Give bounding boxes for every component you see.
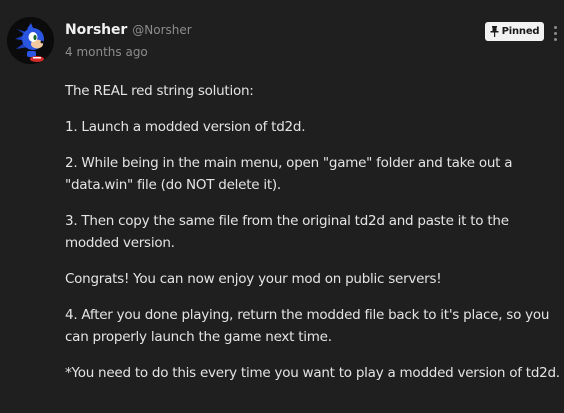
comment-paragraph: Congrats! You can now enjoy your mod on …: [65, 271, 442, 287]
pin-icon: [490, 26, 499, 37]
avatar[interactable]: [7, 17, 54, 64]
comment-paragraph: 2. While being in the main menu, open "g…: [65, 155, 513, 193]
comment-paragraph: 1. Launch a modded version of td2d.: [65, 119, 306, 135]
timestamp[interactable]: 4 months ago: [65, 45, 148, 59]
more-vertical-icon: [553, 37, 557, 41]
comment-body: The REAL red string solution: 1. Launch …: [65, 80, 560, 398]
author-row: Norsher @Norsher: [65, 22, 192, 42]
sonic-avatar-icon: [7, 17, 54, 64]
more-options-button[interactable]: [549, 22, 561, 44]
comment-paragraph: 4. After you done playing, return the mo…: [65, 307, 550, 345]
pinned-badge: Pinned: [485, 22, 544, 41]
comment: Norsher @Norsher 4 months ago Pinned The…: [0, 0, 564, 413]
comment-paragraph: *You need to do this every time you want…: [65, 365, 560, 381]
author-name[interactable]: Norsher: [65, 22, 127, 38]
comment-paragraph: The REAL red string solution:: [65, 83, 254, 99]
comment-paragraph: 3. Then copy the same file from the orig…: [65, 213, 509, 251]
more-vertical-icon: [553, 25, 557, 29]
author-handle[interactable]: @Norsher: [132, 23, 191, 37]
more-vertical-icon: [553, 31, 557, 35]
pinned-label: Pinned: [501, 26, 540, 37]
